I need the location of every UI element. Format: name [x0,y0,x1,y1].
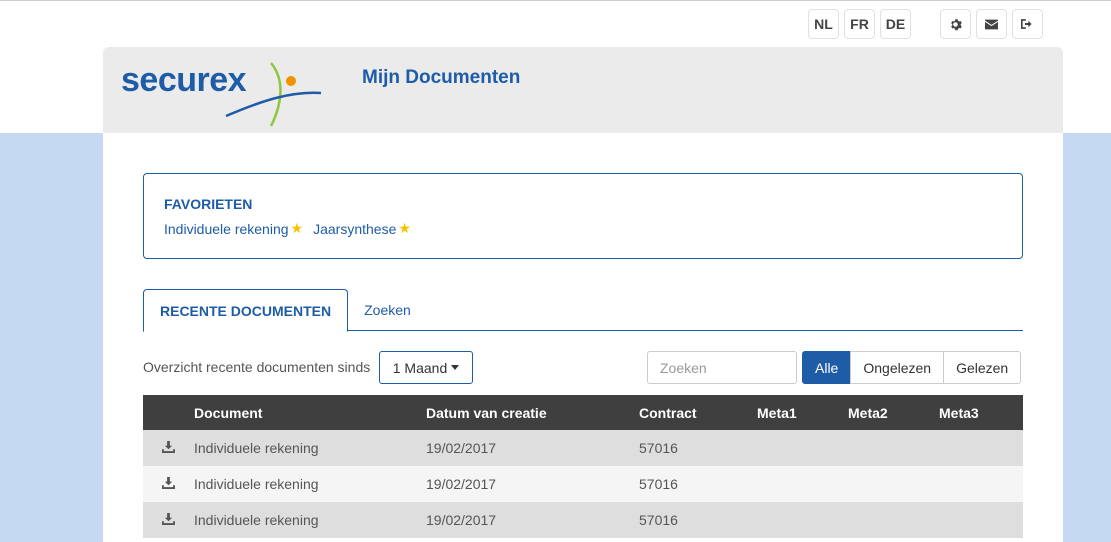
column-header-contract[interactable]: Contract [639,395,757,430]
settings-button[interactable] [940,9,971,39]
logout-button[interactable] [1012,9,1043,39]
favorites-title: FAVORIETEN [164,196,253,212]
cell-meta3 [939,466,1023,502]
cell-document: Individuele rekening [194,466,426,502]
column-header-icon [143,395,194,430]
lang-nl-button[interactable]: NL [808,9,839,39]
lang-de-button[interactable]: DE [880,9,911,39]
download-button[interactable] [143,466,194,502]
download-icon [162,441,175,453]
documents-table: Document Datum van creatie Contract Meta… [143,395,1023,538]
column-header-document[interactable]: Document [194,395,426,430]
cell-document: Individuele rekening [194,430,426,466]
header: securex Mijn Documenten [103,47,1063,133]
star-icon: ★ [290,220,304,236]
tab-recente-documenten[interactable]: RECENTE DOCUMENTEN [143,289,349,332]
column-header-date[interactable]: Datum van creatie [426,395,639,430]
column-header-meta3[interactable]: Meta3 [939,395,1023,430]
filter-ongelezen-button[interactable]: Ongelezen [850,351,945,384]
cell-meta2 [848,430,939,466]
mail-button[interactable] [976,9,1007,39]
cell-meta3 [939,430,1023,466]
filter-gelezen-button[interactable]: Gelezen [943,351,1022,384]
logo-dot [286,76,296,86]
lang-fr-button[interactable]: FR [844,9,875,39]
cell-contract: 57016 [639,502,757,538]
search-input[interactable] [647,351,797,384]
favorite-link-individuele-rekening[interactable]: Individuele rekening ★ [164,220,303,237]
favorite-label: Jaarsynthese [313,220,397,237]
favorites-panel: FAVORIETEN Individuele rekening ★ Jaarsy… [143,173,1023,259]
cell-date: 19/02/2017 [426,466,639,502]
column-header-meta1[interactable]: Meta1 [757,395,848,430]
cell-meta1 [757,502,848,538]
cell-meta3 [939,502,1023,538]
cell-meta2 [848,502,939,538]
filter-row: Overzicht recente documenten sinds 1 Maa… [143,351,1023,385]
cell-contract: 57016 [639,466,757,502]
cell-contract: 57016 [639,430,757,466]
main-container: securex Mijn Documenten FAVORIETEN Indiv… [103,47,1063,542]
favorite-label: Individuele rekening [164,220,289,237]
cell-meta2 [848,466,939,502]
filter-label: Overzicht recente documenten sinds [143,359,371,375]
read-filter-group: Alle Ongelezen Gelezen [802,351,1022,384]
cell-meta1 [757,430,848,466]
tab-zoeken[interactable]: Zoeken [348,289,427,331]
table-row[interactable]: Individuele rekening 19/02/2017 57016 [143,502,1023,538]
filter-alle-button[interactable]: Alle [802,351,852,384]
period-value: 1 Maand [392,359,448,376]
download-button[interactable] [143,430,194,466]
star-icon: ★ [398,220,411,236]
logo-swoosh-green [269,62,282,127]
download-icon [162,477,175,489]
gear-icon [951,18,962,30]
utility-bar: NL FR DE [803,9,1043,39]
download-icon [162,513,175,525]
table-header-row: Document Datum van creatie Contract Meta… [143,395,1023,430]
sign-out-icon [1021,19,1032,29]
envelope-icon [985,19,998,29]
column-header-meta2[interactable]: Meta2 [848,395,939,430]
favorites-links: Individuele rekening ★ Jaarsynthese ★ [164,220,1002,237]
logo-wordmark: securex [121,61,247,99]
cell-document: Individuele rekening [194,502,426,538]
logo-graphic: securex [121,61,322,127]
table-row[interactable]: Individuele rekening 19/02/2017 57016 [143,466,1023,502]
tab-bar: RECENTE DOCUMENTEN Zoeken [143,289,1023,332]
period-dropdown[interactable]: 1 Maand [379,351,473,384]
download-button[interactable] [143,502,194,538]
cell-meta1 [757,466,848,502]
caret-down-icon [451,365,460,370]
favorite-link-jaarsynthese[interactable]: Jaarsynthese ★ [313,220,411,237]
securex-logo[interactable]: securex [121,61,331,131]
cell-date: 19/02/2017 [426,502,639,538]
table-row[interactable]: Individuele rekening 19/02/2017 57016 [143,430,1023,466]
page-title: Mijn Documenten [362,67,521,88]
cell-date: 19/02/2017 [426,430,639,466]
